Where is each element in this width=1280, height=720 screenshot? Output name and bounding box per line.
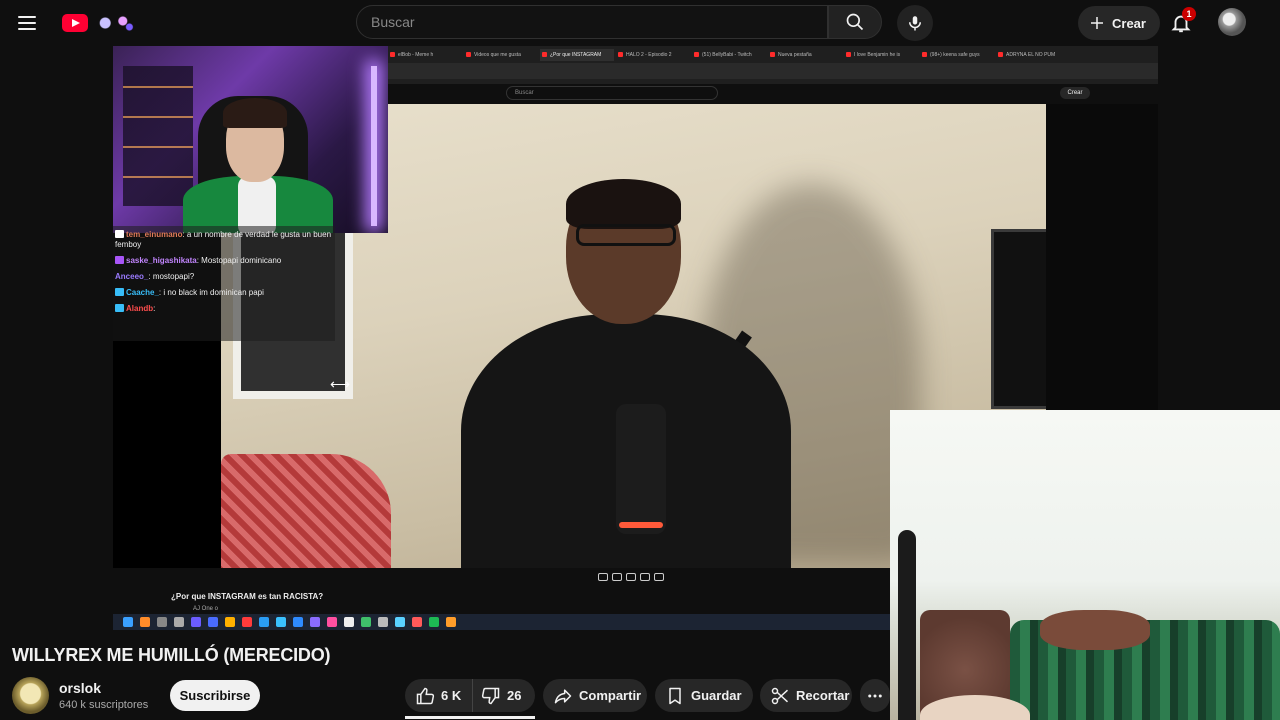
chat-user: Alandb [126,304,154,313]
subscribe-button[interactable]: Suscribirse [170,680,260,711]
chat-user: Anceeo_ [115,272,149,281]
more-actions-button[interactable] [860,679,890,712]
captured-tab: HALO 2 - Episodio 2 [616,49,690,61]
shelf [123,66,193,206]
create-button[interactable]: Crear [1078,6,1160,40]
logo-doodle-icon [92,13,136,33]
captured-video-title: ¿Por que INSTAGRAM es tan RACISTA? [171,592,324,601]
fabric [1040,610,1150,650]
save-label: Guardar [691,688,742,703]
chat-message: Caache_: i no black im dominican papi [115,288,333,298]
captured-player-controls [598,573,670,583]
chat-user: Caache_ [126,288,159,297]
clip-label: Recortar [796,688,850,703]
chat-badge-icon [115,230,124,238]
like-dislike-group: 6 K 26 [405,679,535,712]
chat-user: saske_higashikata [126,256,197,265]
voice-search-button[interactable] [897,5,933,41]
captured-tab: I love Benjamin he is [844,49,918,61]
captured-search: Buscar [506,86,718,100]
dislike-count: 26 [507,688,522,703]
chat-message: Alandb: [115,304,333,314]
microphone-light [619,522,663,528]
captured-tab: ¿Por que INSTAGRAM [540,49,614,61]
chat-message: Anceeo_: mostopapi? [115,272,195,281]
chat-text: Mostopapi dominicano [201,256,282,265]
clip-button[interactable]: Recortar [760,679,852,712]
more-horizontal-icon [868,694,882,697]
channel-avatar[interactable] [12,677,49,714]
led-light [371,66,377,226]
channel-name[interactable]: orslok [59,680,101,696]
like-button[interactable]: 6 K [405,679,473,712]
captured-create: Crear [1060,87,1090,99]
bookmark-icon [669,687,681,704]
subscriber-count: 640 k suscriptores [59,699,149,711]
captured-channel-name: AJ One o [193,606,219,612]
captured-browser-chrome: elBob - Meme h Videos que me gusta ¿Por … [388,46,1158,104]
top-bar: Crear 1 [0,0,1280,46]
chat-message: saske_higashikata: Mostopapi dominicano [115,256,333,266]
captured-taskbar [113,614,893,630]
share-label: Compartir [579,688,642,703]
search-input[interactable] [371,14,827,30]
streamer-hair [223,98,287,128]
green-jacket [183,176,333,233]
glasses [576,224,676,246]
search-icon [846,13,864,31]
chat-text: i no black im dominican papi [163,288,264,297]
microphone-icon [909,16,921,31]
resize-cursor-icon: ⟷ [330,376,351,392]
chat-text: mostopapi? [152,272,195,281]
save-button[interactable]: Guardar [655,679,753,712]
search-box [356,5,828,39]
captured-tab: (98+) keena safe guys [920,49,994,61]
captured-tab: Nueva pestaña [768,49,842,61]
create-label: Crear [1112,15,1146,31]
dislike-button[interactable]: 26 [473,679,521,712]
like-progress-underline [405,716,535,719]
cable [898,530,916,720]
notification-badge: 1 [1182,7,1196,21]
thumbs-up-icon [416,687,435,704]
chat-badge-icon [115,304,124,312]
share-button[interactable]: Compartir [543,679,647,712]
plus-icon [1091,17,1103,29]
chat-badge-icon [115,288,124,296]
person-hair [566,179,681,229]
stream-chat-overlay: tem_einumano: a un nombre de verdad le g… [113,226,335,341]
video-title: WILLYREX ME HUMILLÓ (MERECIDO) [12,645,331,665]
chat-message: tem_einumano: a un nombre de verdad le g… [115,230,332,249]
captured-tab: Videos que me gusta [464,49,538,61]
red-blanket [221,454,391,568]
microphone [616,404,666,534]
share-icon [554,688,572,703]
captured-tab: ADRYNA EL NO PUM [996,49,1070,61]
like-count: 6 K [441,688,462,703]
captured-youtube-header: Buscar Crear [388,84,1158,104]
monitor [991,229,1046,409]
streamer-facecam [113,46,388,233]
youtube-play-icon [62,14,88,32]
captured-url-bar [388,63,1158,79]
menu-icon[interactable] [18,10,44,36]
captured-tab: elBob - Meme h [388,49,462,61]
scissors-icon [771,687,789,704]
chat-badge-icon [115,256,124,264]
search-button[interactable] [828,5,882,39]
account-avatar[interactable] [1218,8,1246,36]
youtube-logo[interactable] [62,12,140,34]
webcam-overlay [890,410,1280,720]
captured-tab-strip: elBob - Meme h Videos que me gusta ¿Por … [388,49,1158,61]
chat-user: tem_einumano [126,230,183,239]
thumbs-down-icon [481,687,500,704]
captured-tab: (51) BellyBabi - Twitch [692,49,766,61]
